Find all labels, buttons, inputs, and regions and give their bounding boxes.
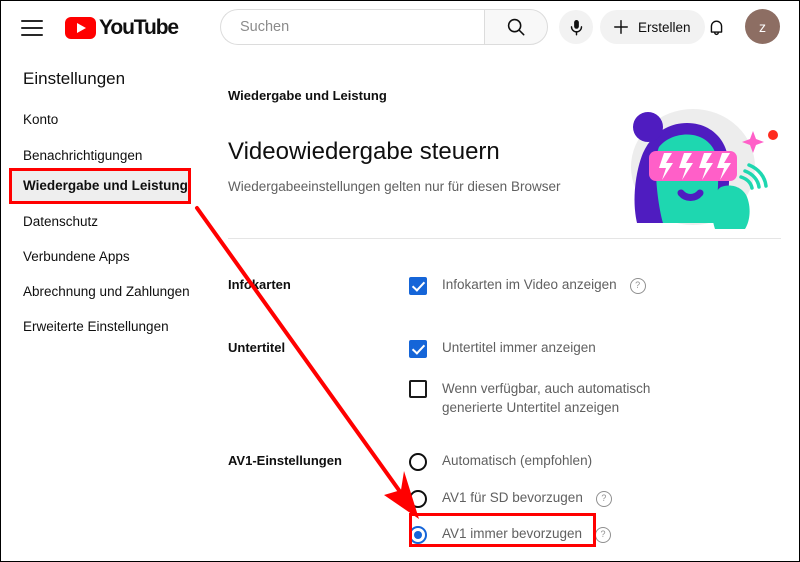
sidebar-item-wiedergabe-und-leistung[interactable]: Wiedergabe und Leistung [23,178,188,193]
youtube-settings-screenshot: YouTube Ers [0,0,800,562]
youtube-logo-text: YouTube [99,16,179,39]
radio-unselected-icon[interactable] [409,453,427,471]
settings-main-content: Wiedergabe und Leistung Videowiedergabe … [219,55,799,561]
bell-icon [710,20,722,35]
radio-option-automatisch-empfohlen[interactable]: Automatisch (empfohlen) [409,452,592,471]
checkbox-checked-icon[interactable] [409,277,427,295]
create-button-label: Erstellen [638,19,691,35]
sidebar-item-konto[interactable]: Konto [23,112,58,127]
search-bar[interactable] [220,9,548,45]
option-automatisch-generierte-untertitel[interactable]: Wenn verfügbar, auch automatisch generie… [409,379,687,417]
person-with-lightning-sunglasses-illustration [631,109,778,229]
option-label: Wenn verfügbar, auch automatisch generie… [442,381,651,415]
help-icon[interactable]: ? [595,527,612,543]
option-label: Untertitel immer anzeigen [442,340,596,355]
sidebar-item-verbundene-apps[interactable]: Verbundene Apps [23,249,130,264]
settings-sidebar: Einstellungen Konto Benachrichtigungen W… [1,55,219,561]
section-label-av1-einstellungen: AV1-Einstellungen [228,453,342,468]
option-label: AV1 für SD bevorzugen [442,490,583,505]
option-untertitel-immer-anzeigen[interactable]: Untertitel immer anzeigen [409,339,596,358]
radio-unselected-icon[interactable] [409,490,427,508]
sidebar-item-datenschutz[interactable]: Datenschutz [23,214,98,229]
radio-option-av1-fuer-sd-bevorzugen[interactable]: AV1 für SD bevorzugen ? [409,489,612,508]
user-avatar[interactable]: z [745,9,780,44]
page-subtitle: Wiedergabeeinstellungen gelten nur für d… [228,179,561,194]
section-label-untertitel: Untertitel [228,340,286,355]
microphone-icon [570,19,582,35]
help-icon[interactable]: ? [629,278,646,294]
plus-icon [614,20,628,34]
checkbox-checked-icon[interactable] [409,340,427,358]
breadcrumb[interactable]: Wiedergabe und Leistung [228,88,387,103]
search-button[interactable] [484,9,548,45]
option-label: Infokarten im Video anzeigen [442,277,617,292]
voice-search-button[interactable] [559,10,593,44]
search-input[interactable] [238,18,484,36]
notifications-button[interactable] [699,10,733,44]
hamburger-menu-icon[interactable] [21,20,43,36]
checkbox-unchecked-icon[interactable] [409,380,427,398]
section-label-infokarten: Infokarten [228,277,291,292]
search-icon [507,18,525,36]
sidebar-item-benachrichtigungen[interactable]: Benachrichtigungen [23,148,142,163]
section-divider [228,238,781,239]
search-input-container[interactable] [220,9,484,45]
sidebar-item-erweiterte-einstellungen[interactable]: Erweiterte Einstellungen [23,319,169,334]
sidebar-item-abrechnung-und-zahlungen[interactable]: Abrechnung und Zahlungen [23,284,190,299]
radio-option-av1-immer-bevorzugen[interactable]: AV1 immer bevorzugen ? [409,525,612,544]
create-button[interactable]: Erstellen [600,10,705,44]
page-title: Videowiedergabe steuern [228,138,500,165]
sidebar-title: Einstellungen [23,69,126,88]
option-label: Automatisch (empfohlen) [442,453,593,468]
option-infokarten-im-video-anzeigen[interactable]: Infokarten im Video anzeigen ? [409,276,646,295]
play-triangle-icon [65,17,96,39]
youtube-logo[interactable]: YouTube [65,16,179,40]
top-header-bar: YouTube Ers [1,1,799,55]
option-label: AV1 immer bevorzugen [442,526,583,541]
radio-selected-icon[interactable] [409,526,427,544]
help-icon[interactable]: ? [595,491,612,507]
